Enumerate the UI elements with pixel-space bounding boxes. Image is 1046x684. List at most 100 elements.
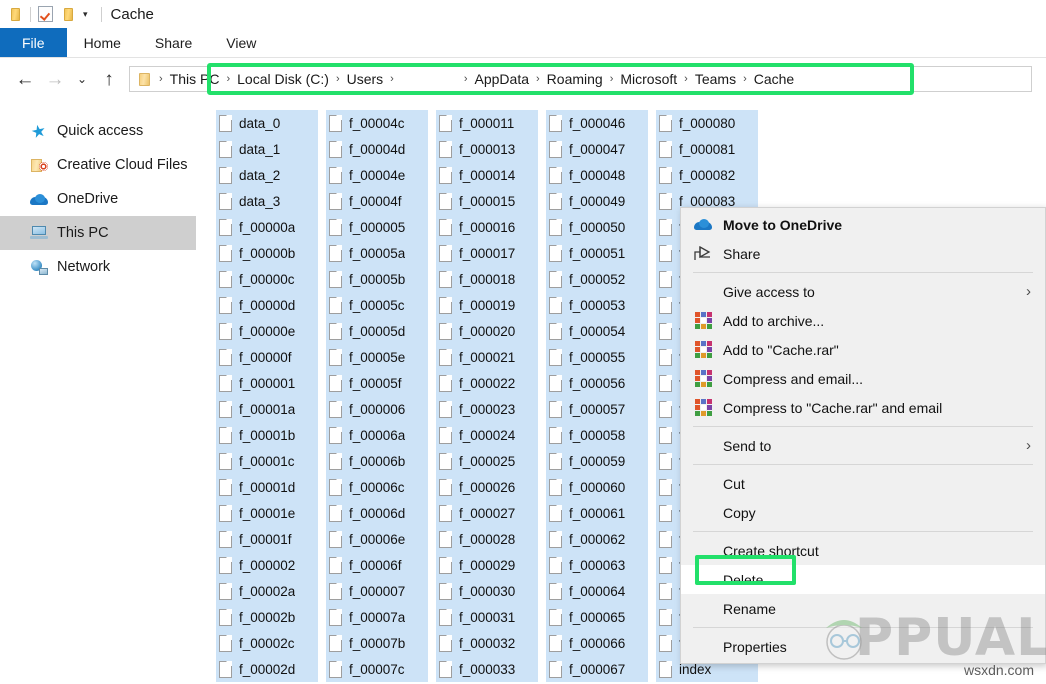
- file-item[interactable]: f_000025: [436, 448, 538, 474]
- file-item[interactable]: f_000030: [436, 578, 538, 604]
- forward-button[interactable]: →: [40, 64, 70, 94]
- file-item[interactable]: f_00004f: [326, 188, 428, 214]
- menu-item-move-to-onedrive[interactable]: Move to OneDrive: [681, 210, 1045, 239]
- file-item[interactable]: f_00001d: [216, 474, 318, 500]
- file-item[interactable]: f_000055: [546, 344, 648, 370]
- file-item[interactable]: f_000019: [436, 292, 538, 318]
- tab-home[interactable]: Home: [67, 28, 138, 57]
- breadcrumb-item-cache[interactable]: Cache: [748, 71, 800, 87]
- file-item[interactable]: f_000017: [436, 240, 538, 266]
- sidebar-item-creative-cloud-files[interactable]: Creative Cloud Files: [0, 148, 196, 182]
- file-item[interactable]: f_000022: [436, 370, 538, 396]
- file-item[interactable]: f_000023: [436, 396, 538, 422]
- document-check-icon[interactable]: [38, 6, 53, 22]
- file-item[interactable]: f_00002a: [216, 578, 318, 604]
- file-item[interactable]: f_00004d: [326, 136, 428, 162]
- file-item[interactable]: f_000057: [546, 396, 648, 422]
- file-item[interactable]: f_00006d: [326, 500, 428, 526]
- file-item[interactable]: f_000006: [326, 396, 428, 422]
- menu-item-send-to[interactable]: Send to›: [681, 431, 1045, 460]
- file-item[interactable]: f_00007c: [326, 656, 428, 682]
- file-item[interactable]: f_000054: [546, 318, 648, 344]
- file-item[interactable]: f_000020: [436, 318, 538, 344]
- up-button[interactable]: ↑: [94, 64, 124, 94]
- file-item[interactable]: f_000021: [436, 344, 538, 370]
- file-item[interactable]: data_3: [216, 188, 318, 214]
- file-item[interactable]: f_000031: [436, 604, 538, 630]
- sidebar-item-this-pc[interactable]: This PC: [0, 216, 196, 250]
- file-item[interactable]: f_000051: [546, 240, 648, 266]
- file-item[interactable]: f_00000d: [216, 292, 318, 318]
- file-item[interactable]: f_000013: [436, 136, 538, 162]
- file-item[interactable]: f_00001a: [216, 396, 318, 422]
- menu-item-give-access-to[interactable]: Give access to›: [681, 277, 1045, 306]
- breadcrumb-item-roaming[interactable]: Roaming: [541, 71, 609, 87]
- file-item[interactable]: f_00007a: [326, 604, 428, 630]
- file-item[interactable]: f_00006c: [326, 474, 428, 500]
- file-item[interactable]: f_000033: [436, 656, 538, 682]
- file-item[interactable]: f_00005a: [326, 240, 428, 266]
- file-item[interactable]: f_00002d: [216, 656, 318, 682]
- sidebar-item-quick-access[interactable]: ★ Quick access: [0, 114, 196, 148]
- file-item[interactable]: f_00002c: [216, 630, 318, 656]
- file-item[interactable]: data_2: [216, 162, 318, 188]
- file-item[interactable]: f_00000e: [216, 318, 318, 344]
- file-item[interactable]: f_00005d: [326, 318, 428, 344]
- file-item[interactable]: f_00006f: [326, 552, 428, 578]
- file-item[interactable]: f_00005c: [326, 292, 428, 318]
- file-item[interactable]: f_000063: [546, 552, 648, 578]
- breadcrumb-item-appdata[interactable]: AppData: [469, 71, 535, 87]
- file-item[interactable]: f_00000b: [216, 240, 318, 266]
- file-item[interactable]: f_000028: [436, 526, 538, 552]
- sidebar-item-onedrive[interactable]: OneDrive: [0, 182, 196, 216]
- breadcrumb-item-users[interactable]: Users: [341, 71, 390, 87]
- file-item[interactable]: f_00000c: [216, 266, 318, 292]
- context-menu[interactable]: Move to OneDriveShareGive access to›Add …: [680, 207, 1046, 664]
- file-item[interactable]: f_00005e: [326, 344, 428, 370]
- file-item[interactable]: f_000056: [546, 370, 648, 396]
- file-item[interactable]: f_000062: [546, 526, 648, 552]
- file-item[interactable]: f_00001b: [216, 422, 318, 448]
- file-item[interactable]: f_000060: [546, 474, 648, 500]
- file-item[interactable]: f_000067: [546, 656, 648, 682]
- file-item[interactable]: f_000061: [546, 500, 648, 526]
- file-item[interactable]: f_000027: [436, 500, 538, 526]
- tab-file[interactable]: File: [0, 28, 67, 57]
- file-item[interactable]: f_000014: [436, 162, 538, 188]
- menu-item-share[interactable]: Share: [681, 239, 1045, 268]
- file-item[interactable]: f_000058: [546, 422, 648, 448]
- file-item[interactable]: f_000005: [326, 214, 428, 240]
- file-item[interactable]: f_000046: [546, 110, 648, 136]
- file-item[interactable]: f_00004e: [326, 162, 428, 188]
- file-item[interactable]: f_000082: [656, 162, 758, 188]
- file-item[interactable]: f_000015: [436, 188, 538, 214]
- menu-item-delete[interactable]: Delete: [681, 565, 1045, 594]
- file-item[interactable]: data_1: [216, 136, 318, 162]
- recent-locations-button[interactable]: ⌄: [70, 64, 94, 94]
- file-item[interactable]: f_000011: [436, 110, 538, 136]
- tab-view[interactable]: View: [209, 28, 273, 57]
- breadcrumb-item-this-pc[interactable]: This PC: [164, 71, 226, 87]
- breadcrumb-item-local-disk[interactable]: Local Disk (C:): [231, 71, 335, 87]
- menu-item-properties[interactable]: Properties: [681, 632, 1045, 661]
- file-item[interactable]: f_00001f: [216, 526, 318, 552]
- file-item[interactable]: f_00006b: [326, 448, 428, 474]
- file-item[interactable]: f_000024: [436, 422, 538, 448]
- menu-item-add-to-archive[interactable]: Add to archive...: [681, 306, 1045, 335]
- file-item[interactable]: f_000029: [436, 552, 538, 578]
- file-item[interactable]: f_00000f: [216, 344, 318, 370]
- file-item[interactable]: f_00000a: [216, 214, 318, 240]
- file-item[interactable]: f_000066: [546, 630, 648, 656]
- file-item[interactable]: f_000001: [216, 370, 318, 396]
- tab-share[interactable]: Share: [138, 28, 209, 57]
- file-item[interactable]: f_000047: [546, 136, 648, 162]
- menu-item-compress-to-cache-rar-and-email[interactable]: Compress to "Cache.rar" and email: [681, 393, 1045, 422]
- breadcrumb-item-teams[interactable]: Teams: [689, 71, 742, 87]
- file-item[interactable]: f_000007: [326, 578, 428, 604]
- menu-item-rename[interactable]: Rename: [681, 594, 1045, 623]
- back-button[interactable]: ←: [10, 64, 40, 94]
- menu-item-add-to-cache-rar[interactable]: Add to "Cache.rar": [681, 335, 1045, 364]
- new-folder-icon[interactable]: [61, 8, 76, 21]
- file-item[interactable]: f_00001c: [216, 448, 318, 474]
- file-item[interactable]: f_000064: [546, 578, 648, 604]
